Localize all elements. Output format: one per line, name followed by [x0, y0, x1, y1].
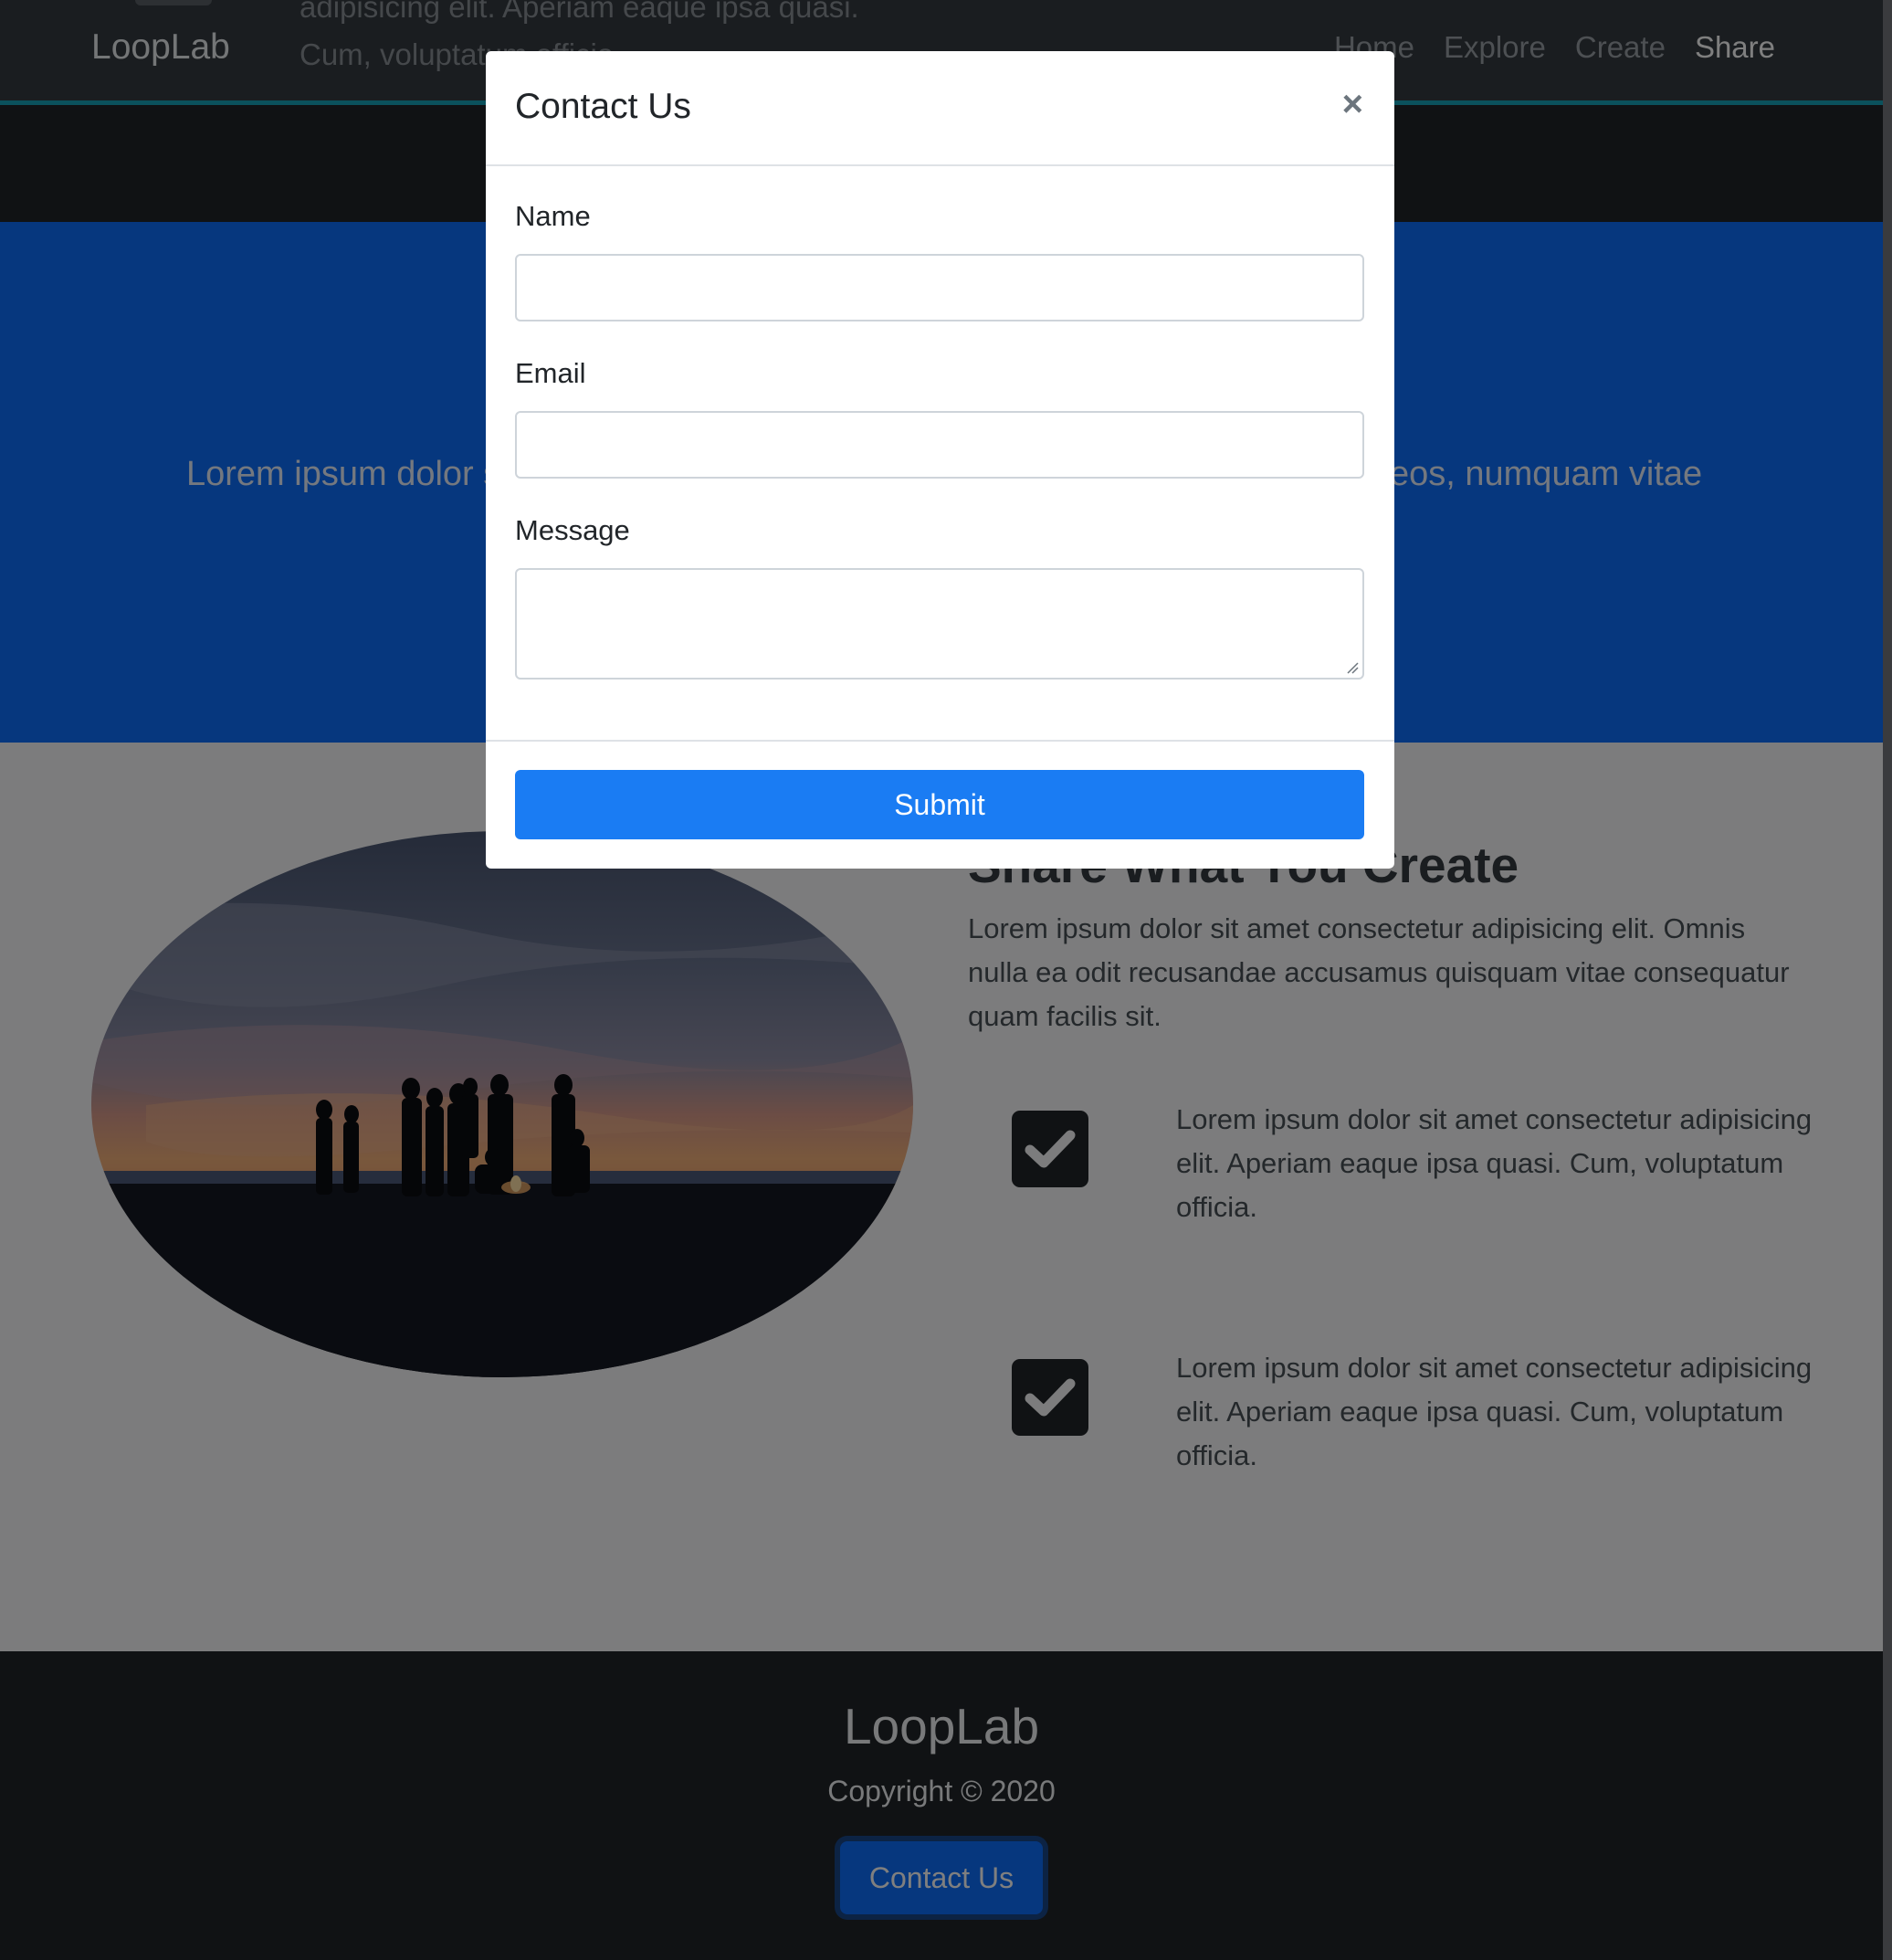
email-field[interactable] [515, 411, 1364, 479]
close-icon[interactable]: × [1342, 84, 1363, 125]
page: LoopLab adipisicing elit. Aperiam eaque … [0, 0, 1883, 1960]
resize-grip-icon[interactable] [1346, 661, 1359, 674]
name-field[interactable] [515, 254, 1364, 321]
window-edge [1883, 0, 1892, 1960]
contact-modal: Contact Us × Name Email Message Submit [486, 51, 1394, 869]
message-label: Message [515, 514, 630, 546]
modal-header: Contact Us × [486, 51, 1394, 166]
message-field[interactable] [515, 568, 1364, 680]
submit-button[interactable]: Submit [515, 770, 1364, 839]
modal-footer: Submit [486, 740, 1394, 870]
name-label: Name [515, 200, 591, 232]
modal-title: Contact Us [515, 87, 691, 126]
email-label: Email [515, 357, 586, 389]
